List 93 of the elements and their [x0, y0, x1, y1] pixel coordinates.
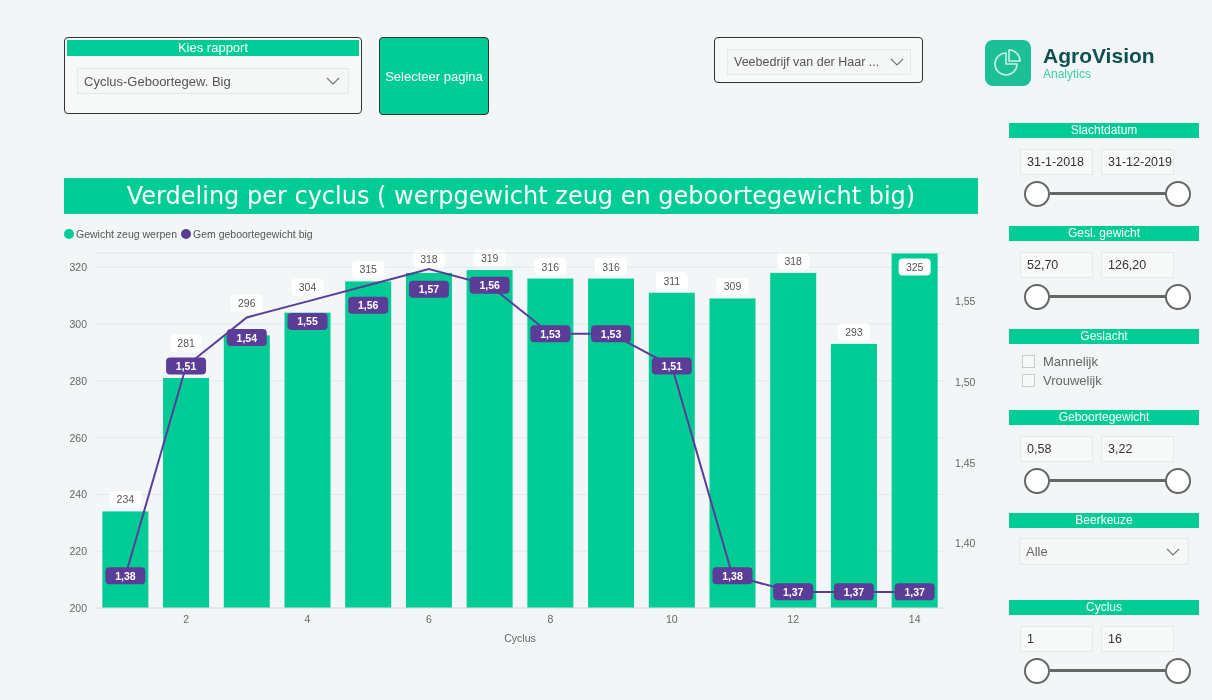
data-label: 296 [238, 297, 256, 310]
axis-label: 10 [665, 613, 678, 625]
input-field[interactable]: 31-1-2018 [1020, 149, 1093, 175]
logo-name: AgroVision [1043, 45, 1155, 67]
axis-label: 320 [69, 261, 87, 274]
slider-handle[interactable] [1165, 468, 1191, 494]
slider-handle[interactable] [1024, 181, 1050, 207]
data-label: 311 [655, 272, 688, 290]
data-label: 1,53 [530, 325, 571, 343]
input-field[interactable]: 16 [1101, 626, 1174, 652]
data-label: 296 [230, 294, 263, 312]
chevron-down-icon [890, 58, 904, 66]
data-label: 304 [298, 281, 317, 294]
data-label: 1,38 [712, 567, 753, 585]
data-label: 1,54 [226, 329, 267, 347]
chevron-down-icon [326, 77, 340, 85]
axis-label: 300 [69, 318, 87, 330]
pie-chart-icon [985, 40, 1031, 86]
axis-title: Cyclus [504, 632, 536, 644]
axis-label: 220 [69, 545, 87, 558]
axis-label: 200 [69, 602, 87, 614]
data-label: 1,53 [591, 325, 632, 343]
checkbox[interactable] [1022, 374, 1035, 387]
input-field[interactable]: 0,58 [1020, 436, 1093, 462]
card-header: Kies rapport [67, 40, 359, 56]
data-label: 315 [359, 263, 378, 276]
input-field[interactable]: 52,70 [1020, 252, 1093, 278]
data-label: 311 [663, 274, 681, 287]
axis-label: 14 [908, 613, 921, 625]
slider-handle[interactable] [1165, 284, 1191, 310]
chevron-down-icon [1166, 547, 1180, 556]
axis-label: 6 [426, 613, 432, 625]
chart-title: Verdeling per cyclus ( werpgewicht zeug en geboortegewicht big) [64, 178, 978, 214]
data-label: 281 [170, 334, 203, 352]
slider-handle[interactable] [1165, 181, 1191, 207]
axis-label: 1,40 [955, 537, 976, 550]
axis-label: 4 [304, 613, 311, 625]
slicer-header: Cyclus [1009, 600, 1199, 615]
data-label: 234 [116, 493, 135, 506]
data-label: 1,51 [651, 357, 692, 375]
slider-handle[interactable] [1024, 468, 1050, 494]
data-label: 319 [480, 252, 499, 265]
data-label: 318 [784, 254, 803, 267]
data-label: 1,37 [773, 583, 814, 601]
data-label: 1,51 [166, 357, 207, 375]
axis-label: 280 [69, 374, 87, 387]
input-field[interactable]: 1 [1020, 626, 1093, 652]
data-label: 1,38 [105, 567, 146, 585]
axis-label: 260 [69, 431, 87, 444]
data-label: 1,37 [833, 583, 874, 601]
data-label: 309 [723, 280, 742, 293]
legend-label: Gewicht zeug werpen [76, 228, 177, 240]
data-label: 293 [845, 325, 863, 338]
farm-dropdown[interactable]: Veebedrijf van der Haar ... [727, 49, 911, 75]
axis-label: 8 [547, 613, 554, 625]
input-field[interactable]: 3,22 [1101, 436, 1174, 462]
logo-tagline: Analytics [1043, 67, 1093, 81]
input-field[interactable]: 31-12-2019 [1101, 149, 1174, 175]
data-label: 304 [291, 278, 324, 296]
slicer-header: Beerkeuze [1009, 513, 1199, 528]
slicer-header: Geboortegewicht [1009, 410, 1199, 425]
checkbox[interactable] [1022, 355, 1035, 368]
axis-label: 2 [183, 613, 189, 625]
data-label: 309 [716, 277, 749, 295]
data-label: 281 [177, 337, 195, 350]
axis-label: 1,50 [955, 376, 976, 389]
option-label[interactable]: Mannelijk [1043, 354, 1098, 369]
slider-handle[interactable] [1024, 284, 1050, 310]
slicer-header: Gesl. gewicht [1009, 226, 1199, 241]
legend-label: Gem geboortegewicht big [193, 228, 313, 240]
slider-handle[interactable] [1165, 658, 1191, 684]
axis-label: 12 [787, 613, 800, 625]
data-label: 316 [541, 260, 560, 273]
data-label: 293 [837, 323, 870, 341]
data-label: 316 [534, 258, 567, 276]
data-label: 325 [905, 261, 924, 273]
axis-label: 240 [69, 488, 87, 501]
dropdown[interactable]: Alle [1019, 538, 1189, 565]
data-label: 1,37 [894, 583, 935, 601]
data-label: 315 [352, 260, 385, 278]
option-label[interactable]: Vrouwelijk [1043, 373, 1102, 388]
data-label: 316 [602, 260, 620, 273]
axis-label: 1,55 [955, 295, 976, 308]
slider-handle[interactable] [1024, 658, 1050, 684]
data-label: 316 [595, 258, 628, 276]
data-label: 318 [420, 253, 438, 266]
report-dropdown[interactable]: Cyclus-Geboortegew. Big [77, 68, 349, 94]
slicer-header: Geslacht [1009, 329, 1199, 344]
data-label: 1,55 [287, 312, 328, 330]
data-label: 234 [109, 490, 142, 508]
input-field[interactable]: 126,20 [1101, 252, 1174, 278]
axis-label: 1,45 [955, 456, 976, 469]
slicer-header: Slachtdatum [1009, 123, 1199, 138]
